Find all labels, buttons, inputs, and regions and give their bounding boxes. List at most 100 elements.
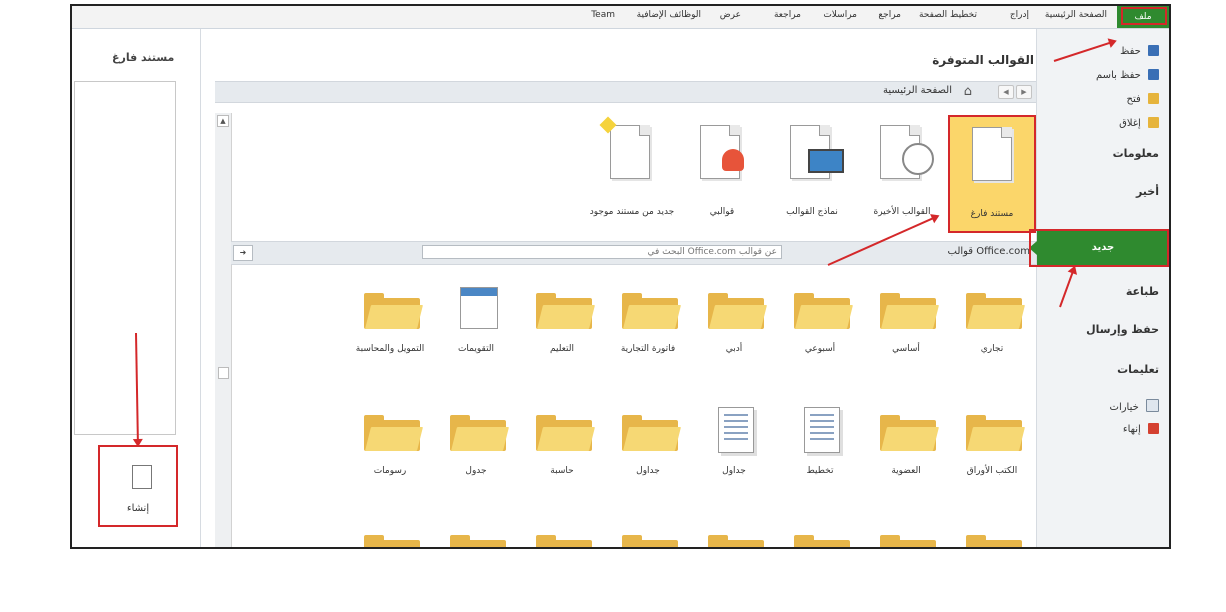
sidebar-item-recent[interactable]: أخير: [1136, 185, 1159, 198]
folder-item[interactable]: رسومات: [346, 395, 434, 505]
folder-icon: [622, 293, 681, 329]
folder-item[interactable]: الكتب الأوراق: [948, 395, 1036, 505]
folder-icon: [536, 293, 595, 329]
folder-item[interactable]: جداول: [690, 395, 778, 505]
clock-icon: [902, 143, 934, 175]
template-label: نماذج القوالب: [786, 207, 838, 217]
folder-item[interactable]: أساسي: [862, 273, 950, 383]
tab-page-layout[interactable]: تخطيط الصفحة: [919, 10, 977, 20]
template-sample[interactable]: نماذج القوالب: [768, 115, 856, 233]
folder-item[interactable]: أدبي: [690, 273, 778, 383]
sidebar-item-save-send[interactable]: حفظ وإرسال: [1086, 323, 1159, 336]
scroll-up-icon[interactable]: ▲: [217, 115, 229, 127]
folder-item[interactable]: [346, 515, 434, 547]
folder-item[interactable]: جدول: [432, 395, 520, 505]
create-button-highlight: [98, 445, 178, 527]
template-blank-document[interactable]: مستند فارغ: [948, 115, 1036, 233]
sidebar-item-close[interactable]: إغلاق: [1119, 117, 1159, 129]
tab-view[interactable]: عرض: [720, 10, 741, 20]
sidebar-item-save-as[interactable]: حفظ باسم: [1096, 69, 1159, 81]
folder-label: جدول: [465, 466, 487, 476]
available-templates-pane: القوالب المتوفرة ▶ ◀ ⌂ الصفحة الرئيسية ▲…: [203, 29, 1036, 547]
tab-add-ins[interactable]: الوظائف الإضافية: [637, 10, 701, 20]
scroll-thumb[interactable]: [218, 367, 229, 379]
tab-references[interactable]: مراجع: [878, 10, 901, 20]
office-search-bar: قوالب Office.com ➜: [231, 241, 1036, 265]
folder-item[interactable]: [604, 515, 692, 547]
folder-icon: [966, 293, 1025, 329]
ribbon-tabs: الصفحة الرئيسية إدراج تخطيط الصفحة مراجع…: [72, 6, 1169, 29]
tab-team[interactable]: Team: [591, 10, 615, 20]
sidebar-item-label: حفظ باسم: [1096, 70, 1141, 81]
tab-home[interactable]: الصفحة الرئيسية: [1045, 10, 1107, 20]
sidebar-item-label: إنهاء: [1122, 424, 1141, 435]
tab-insert[interactable]: إدراج: [1010, 10, 1029, 20]
folder-item[interactable]: [862, 515, 950, 547]
breadcrumb-home[interactable]: الصفحة الرئيسية: [883, 85, 952, 96]
sidebar-item-open[interactable]: فتح: [1127, 93, 1159, 105]
folder-item[interactable]: [518, 515, 606, 547]
template-search-input[interactable]: [422, 245, 782, 259]
folder-item[interactable]: تجاري: [948, 273, 1036, 383]
folder-label: جداول: [722, 466, 746, 476]
search-go-icon[interactable]: ➜: [233, 245, 253, 261]
folder-item[interactable]: العضوية: [862, 395, 950, 505]
calendar-icon: [460, 287, 498, 329]
folder-icon: [622, 535, 678, 547]
folder-item[interactable]: [432, 515, 520, 547]
person-icon: [722, 149, 744, 171]
sidebar-item-print[interactable]: طباعة: [1126, 285, 1159, 298]
home-icon[interactable]: ⌂: [964, 84, 972, 99]
monitor-icon: [808, 149, 844, 173]
folder-item[interactable]: جداول: [604, 395, 692, 505]
backstage-sidebar: حفظ حفظ باسم فتح إغلاق معلومات أخير جديد…: [1029, 29, 1169, 547]
folder-icon: [708, 293, 767, 329]
file-tab-highlight: [1121, 7, 1167, 25]
sidebar-item-label: فتح: [1126, 94, 1141, 105]
preview-panel: مستند فارغ إنشاء: [72, 29, 201, 547]
template-my-templates[interactable]: قوالبي: [678, 115, 766, 233]
folder-label: الكتب الأوراق: [966, 466, 1018, 476]
folder-label: التمويل والمحاسبة: [355, 344, 425, 354]
folder-label: حاسبة: [550, 466, 574, 476]
sidebar-item-info[interactable]: معلومات: [1113, 147, 1159, 160]
folder-label: أساسي: [892, 344, 920, 354]
folder-icon: [364, 293, 423, 329]
sidebar-item-help[interactable]: تعليمات: [1117, 363, 1159, 376]
folder-item[interactable]: أسبوعي: [776, 273, 864, 383]
template-label: جديد من مستند موجود: [589, 207, 675, 217]
folder-item[interactable]: التقويمات: [432, 273, 520, 383]
folder-label: تخطيط: [806, 466, 834, 476]
sidebar-item-save[interactable]: حفظ: [1120, 45, 1159, 57]
back-icon[interactable]: ◀: [998, 85, 1014, 99]
sidebar-item-exit[interactable]: إنهاء: [1123, 423, 1159, 435]
folder-item[interactable]: [690, 515, 778, 547]
folder-item[interactable]: فاتورة التجارية: [604, 273, 692, 383]
options-icon: [1146, 399, 1159, 412]
folder-icon: [622, 415, 681, 451]
folder-item[interactable]: [948, 515, 1036, 547]
folder-icon: [794, 293, 853, 329]
office-templates-label: قوالب Office.com: [947, 246, 1031, 257]
folder-item[interactable]: حاسبة: [518, 395, 606, 505]
template-categories: مستند فارغ القوالب الأخيرة نماذج القوالب…: [231, 113, 1036, 241]
preview-title: مستند فارغ: [112, 51, 175, 64]
folder-item[interactable]: تخطيط: [776, 395, 864, 505]
folder-item[interactable]: [776, 515, 864, 547]
folder-label: التعليم: [550, 344, 574, 354]
template-new-from-existing[interactable]: جديد من مستند موجود: [588, 115, 676, 233]
forward-icon[interactable]: ▶: [1016, 85, 1032, 99]
vertical-scrollbar[interactable]: ▲: [215, 113, 232, 547]
preview-thumbnail: [74, 81, 176, 435]
tab-mailings[interactable]: مراسلات: [823, 10, 857, 20]
folder-icon: [880, 293, 939, 329]
folder-item[interactable]: التمويل والمحاسبة: [346, 273, 434, 383]
document-icon: [972, 127, 1012, 181]
sidebar-item-options[interactable]: خيارات: [1110, 399, 1159, 413]
folder-item[interactable]: التعليم: [518, 273, 606, 383]
folder-icon: [450, 415, 509, 451]
folder-label: أدبي: [725, 344, 743, 354]
tab-review[interactable]: مراجعة: [774, 10, 801, 20]
folder-label: جداول: [636, 466, 660, 476]
template-folders: تجاري أساسي أسبوعي أدبي فاتورة التجارية …: [231, 265, 1036, 547]
